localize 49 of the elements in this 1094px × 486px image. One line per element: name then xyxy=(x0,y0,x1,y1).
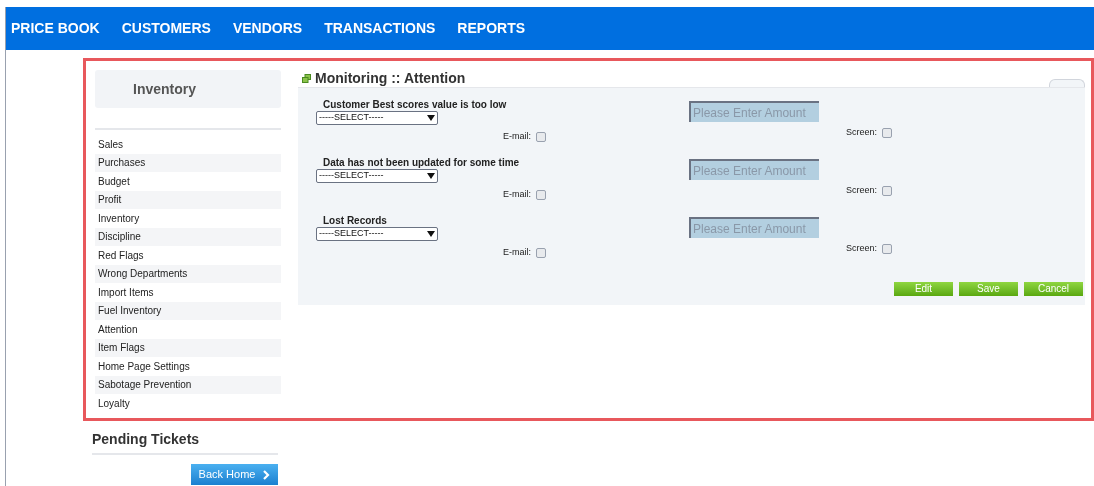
amount-field[interactable]: Please Enter Amount xyxy=(689,159,819,180)
dropdown-arrow-icon xyxy=(427,173,435,179)
sidebar-item[interactable]: Loyalty xyxy=(95,394,281,413)
checkbox[interactable] xyxy=(882,186,893,196)
sidebar-item[interactable]: Sales xyxy=(95,135,281,154)
sidebar-item[interactable]: Inventory xyxy=(95,209,281,228)
email-label: E-mail: xyxy=(503,188,531,202)
sidebar-item[interactable]: Budget xyxy=(95,172,281,191)
checkbox[interactable] xyxy=(536,132,546,142)
alert-label: Customer Best scores value is too low xyxy=(322,98,508,111)
alert-label: Lost Records xyxy=(322,214,388,227)
panel-title: Monitoring :: Attention xyxy=(315,69,466,88)
sidebar-item[interactable]: Red Flags xyxy=(95,246,281,265)
email-label: E-mail: xyxy=(503,130,531,144)
sidebar-item[interactable]: Home Page Settings xyxy=(95,357,281,376)
sidebar-item[interactable]: Wrong Departments xyxy=(95,264,281,283)
dropdown-arrow-icon xyxy=(427,231,435,237)
sidebar-item[interactable]: Profit xyxy=(95,190,281,209)
sidebar-item[interactable]: Item Flags xyxy=(95,338,281,357)
email-label: E-mail: xyxy=(503,246,531,260)
checkbox[interactable] xyxy=(882,128,893,138)
nav-link[interactable]: PRICE BOOK xyxy=(11,18,100,39)
sidebar-header: Inventory xyxy=(95,70,281,108)
screen-label: Screen: xyxy=(846,242,878,256)
amount-field[interactable]: Please Enter Amount xyxy=(689,101,819,122)
section-title: Pending Tickets xyxy=(92,429,278,455)
nav-link[interactable]: TRANSACTIONS xyxy=(324,18,436,39)
nav-link[interactable]: REPORTS xyxy=(457,18,526,39)
sidebar-item[interactable]: Discipline xyxy=(95,227,281,246)
checkbox[interactable] xyxy=(536,248,546,258)
checkbox[interactable] xyxy=(882,244,893,254)
select-dropdown[interactable]: -----SELECT----- xyxy=(316,111,438,125)
amount-field[interactable]: Please Enter Amount xyxy=(689,217,819,238)
select-dropdown[interactable]: -----SELECT----- xyxy=(316,169,438,183)
sidebar-item[interactable]: Fuel Inventory xyxy=(95,301,281,320)
sidebar-item[interactable]: Purchases xyxy=(95,153,281,172)
sidebar-item[interactable]: Attention xyxy=(95,320,281,339)
screen-label: Screen: xyxy=(846,126,878,140)
chevron-right-icon xyxy=(263,469,271,480)
dropdown-arrow-icon xyxy=(427,115,435,121)
screen-label: Screen: xyxy=(846,184,878,198)
nav-link[interactable]: CUSTOMERS xyxy=(121,18,211,39)
windows-icon xyxy=(302,74,311,83)
checkbox[interactable] xyxy=(536,190,546,200)
sidebar-item[interactable]: Sabotage Prevention xyxy=(95,375,281,394)
select-dropdown[interactable]: -----SELECT----- xyxy=(316,227,438,241)
alert-label: Data has not been updated for some time xyxy=(322,156,521,169)
nav-link[interactable]: VENDORS xyxy=(232,18,303,39)
sidebar-item[interactable]: Import Items xyxy=(95,283,281,302)
